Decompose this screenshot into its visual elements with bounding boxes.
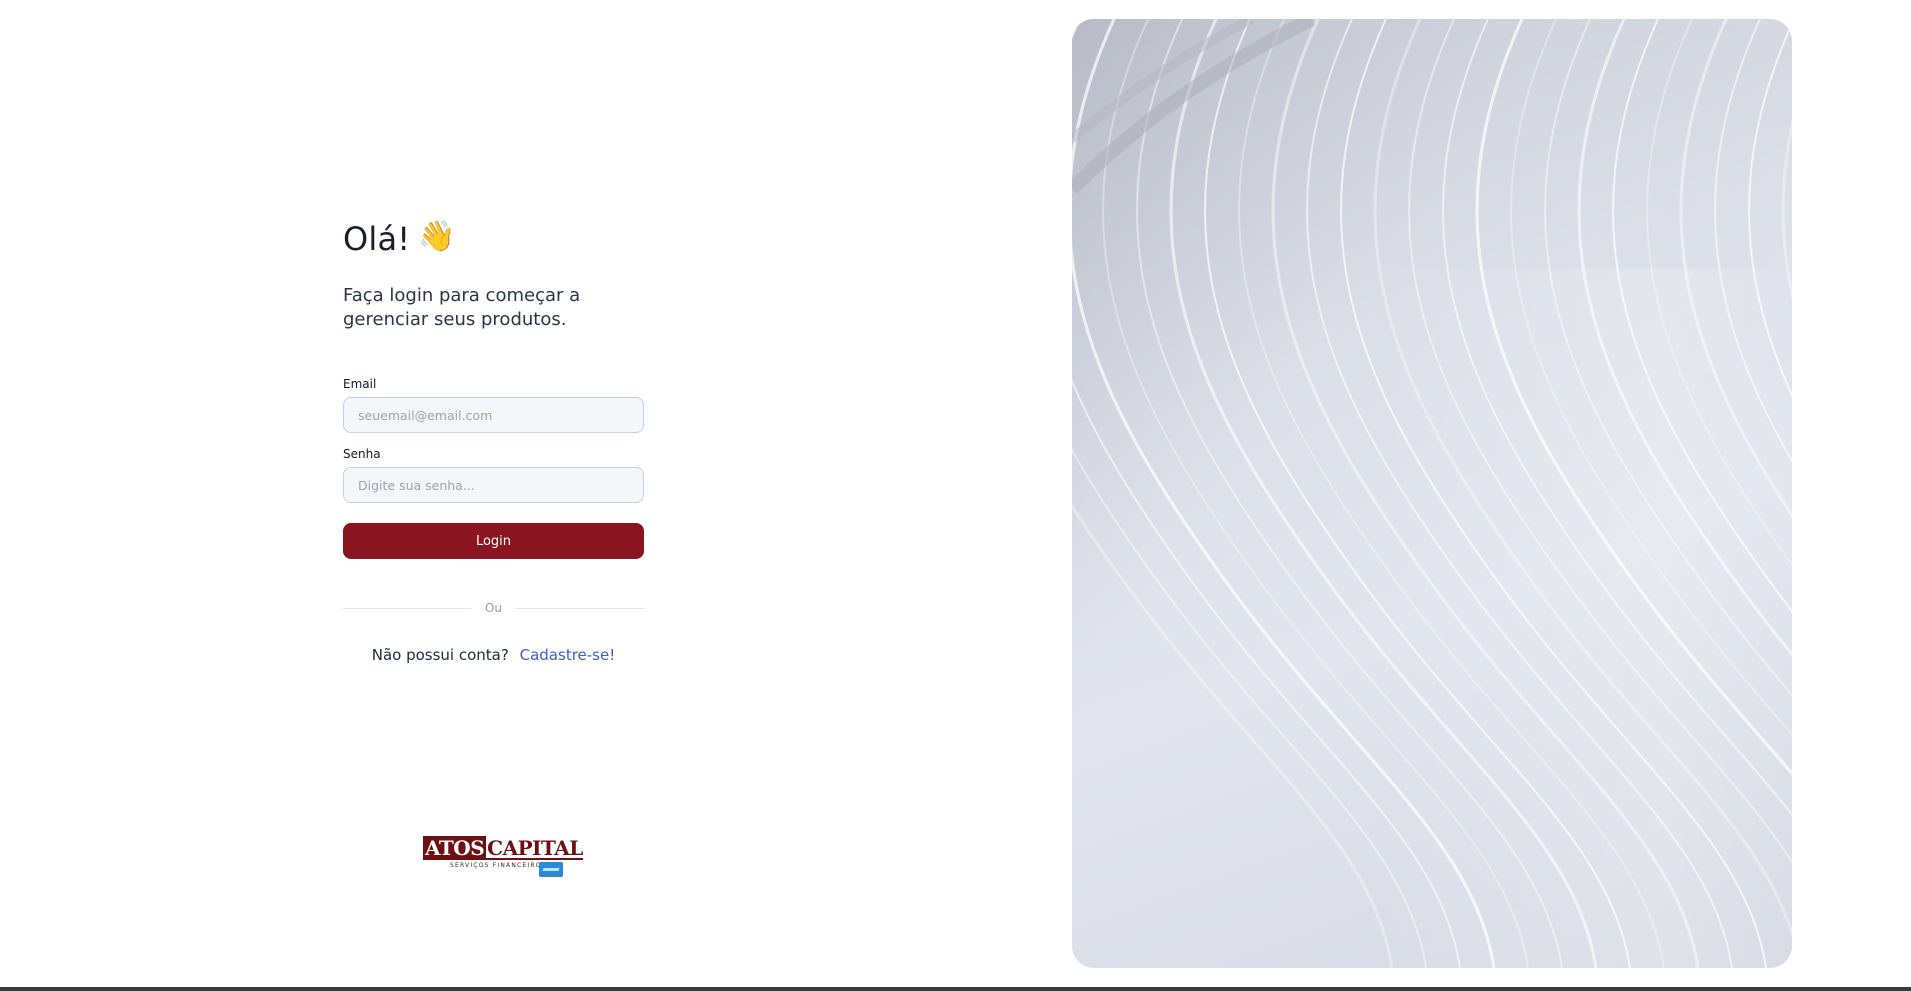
greeting: Olá! 👋 — [343, 220, 456, 258]
logo-brand-part2: CAPITAL — [486, 836, 583, 860]
atos-capital-logo: ATOS CAPITAL SERVIÇOS FINANCEIROS — [423, 836, 583, 878]
logo-tagline: SERVIÇOS FINANCEIROS — [450, 862, 547, 869]
divider-line-right — [516, 607, 644, 609]
logo-brand-part1: ATOS — [423, 836, 487, 860]
waving-hand-icon: 👋 — [418, 219, 456, 254]
divider-line-left — [343, 607, 471, 609]
wave-pattern-icon — [1072, 19, 1792, 968]
greeting-title: Olá! — [343, 220, 411, 258]
no-account-text: Não possui conta? — [371, 646, 509, 664]
or-divider: Ou — [343, 600, 644, 616]
bottom-bar — [0, 987, 1911, 991]
email-field[interactable] — [343, 397, 644, 433]
login-page: Olá! 👋 Faça login para começar a gerenci… — [0, 0, 1911, 991]
email-label: Email — [343, 377, 377, 391]
login-subtitle: Faça login para começar a gerenciar seus… — [343, 285, 581, 330]
login-button[interactable]: Login — [343, 523, 644, 559]
signup-prompt: Não possui conta? Cadastre-se! — [343, 646, 644, 664]
hero-image — [1072, 19, 1792, 968]
logo-badge-icon — [539, 862, 563, 877]
logo-wordmark: ATOS CAPITAL — [423, 836, 583, 860]
divider-text: Ou — [484, 601, 503, 615]
password-field[interactable] — [343, 467, 644, 503]
signup-link[interactable]: Cadastre-se! — [520, 646, 616, 664]
password-label: Senha — [343, 447, 381, 461]
